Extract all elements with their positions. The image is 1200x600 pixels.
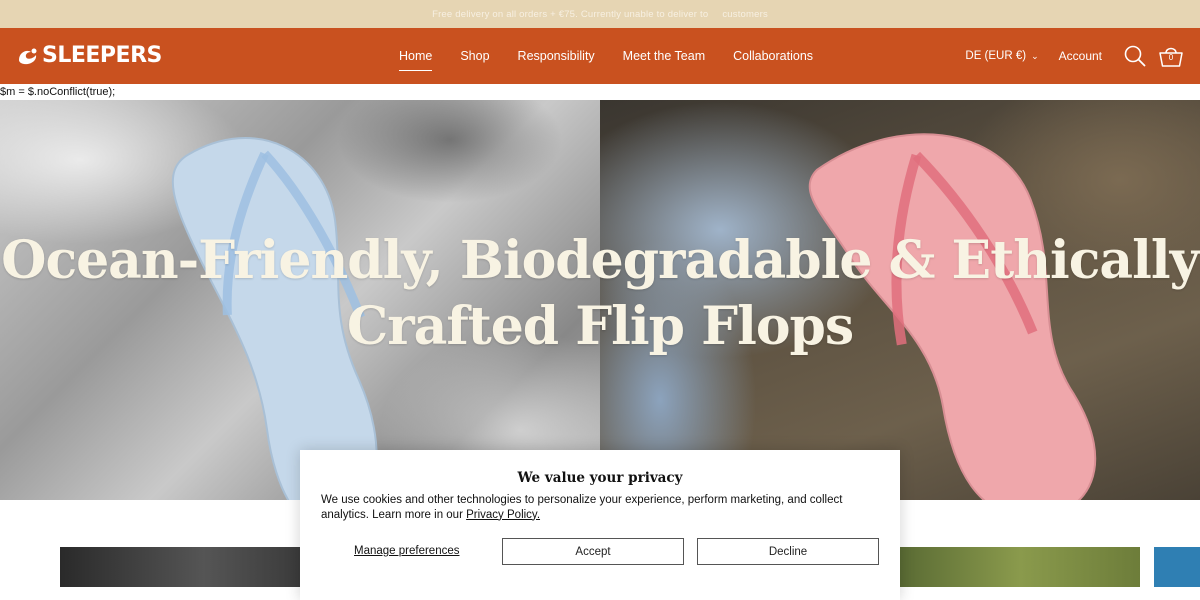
search-icon[interactable]: [1124, 45, 1146, 67]
logo-mark-icon: [19, 48, 37, 64]
nav-responsibility[interactable]: Responsibility: [518, 43, 595, 69]
currency-selector[interactable]: DE (EUR €) ⌄: [965, 50, 1038, 62]
hero-title: Ocean-Friendly, Biodegradable & Ethicall…: [0, 228, 1200, 360]
main-nav: Home Shop Responsibility Meet the Team C…: [385, 28, 827, 84]
privacy-policy-link[interactable]: Privacy Policy.: [466, 509, 540, 521]
cookie-body: We use cookies and other technologies to…: [321, 494, 843, 521]
nav-collaborations[interactable]: Collaborations: [733, 43, 813, 69]
nav-home[interactable]: Home: [399, 43, 433, 71]
logo[interactable]: SLEEPERS: [16, 43, 162, 68]
site-header: SLEEPERS Home Shop Responsibility Meet t…: [0, 28, 1200, 84]
cookie-consent-dialog: We value your privacy We use cookies and…: [300, 450, 900, 600]
chevron-down-icon: ⌄: [1031, 50, 1039, 61]
manage-preferences-button[interactable]: Manage preferences: [354, 545, 459, 557]
cookie-description: We use cookies and other technologies to…: [321, 493, 860, 522]
nav-meet-the-team[interactable]: Meet the Team: [623, 43, 705, 69]
decline-button[interactable]: Decline: [697, 538, 879, 565]
hero-title-line-1: Ocean-Friendly, Biodegradable & Ethicall…: [1, 230, 1200, 291]
announcement-bar: Free delivery on all orders + €75. Curre…: [0, 0, 1200, 28]
hero-banner: Ocean-Friendly, Biodegradable & Ethicall…: [0, 100, 1200, 500]
announcement-text-end: customers: [722, 8, 768, 20]
nav-shop[interactable]: Shop: [460, 43, 489, 69]
header-actions: DE (EUR €) ⌄ Account 0: [965, 28, 1184, 84]
collection-card[interactable]: [900, 547, 1140, 587]
accept-button[interactable]: Accept: [502, 538, 684, 565]
hero-title-line-2: Crafted Flip Flops: [346, 296, 854, 357]
collection-card[interactable]: [1154, 547, 1200, 587]
currency-label: DE (EUR €): [965, 50, 1027, 62]
logo-text: SLEEPERS: [42, 43, 162, 68]
account-link[interactable]: Account: [1059, 49, 1102, 63]
cart-icon[interactable]: 0: [1158, 44, 1184, 68]
collection-card[interactable]: [60, 547, 300, 587]
stray-script-text: $m = $.noConflict(true);: [0, 86, 116, 98]
announcement-text: Free delivery on all orders + €75. Curre…: [432, 8, 709, 20]
cookie-title: We value your privacy: [517, 470, 683, 486]
cart-count: 0: [1168, 53, 1174, 62]
